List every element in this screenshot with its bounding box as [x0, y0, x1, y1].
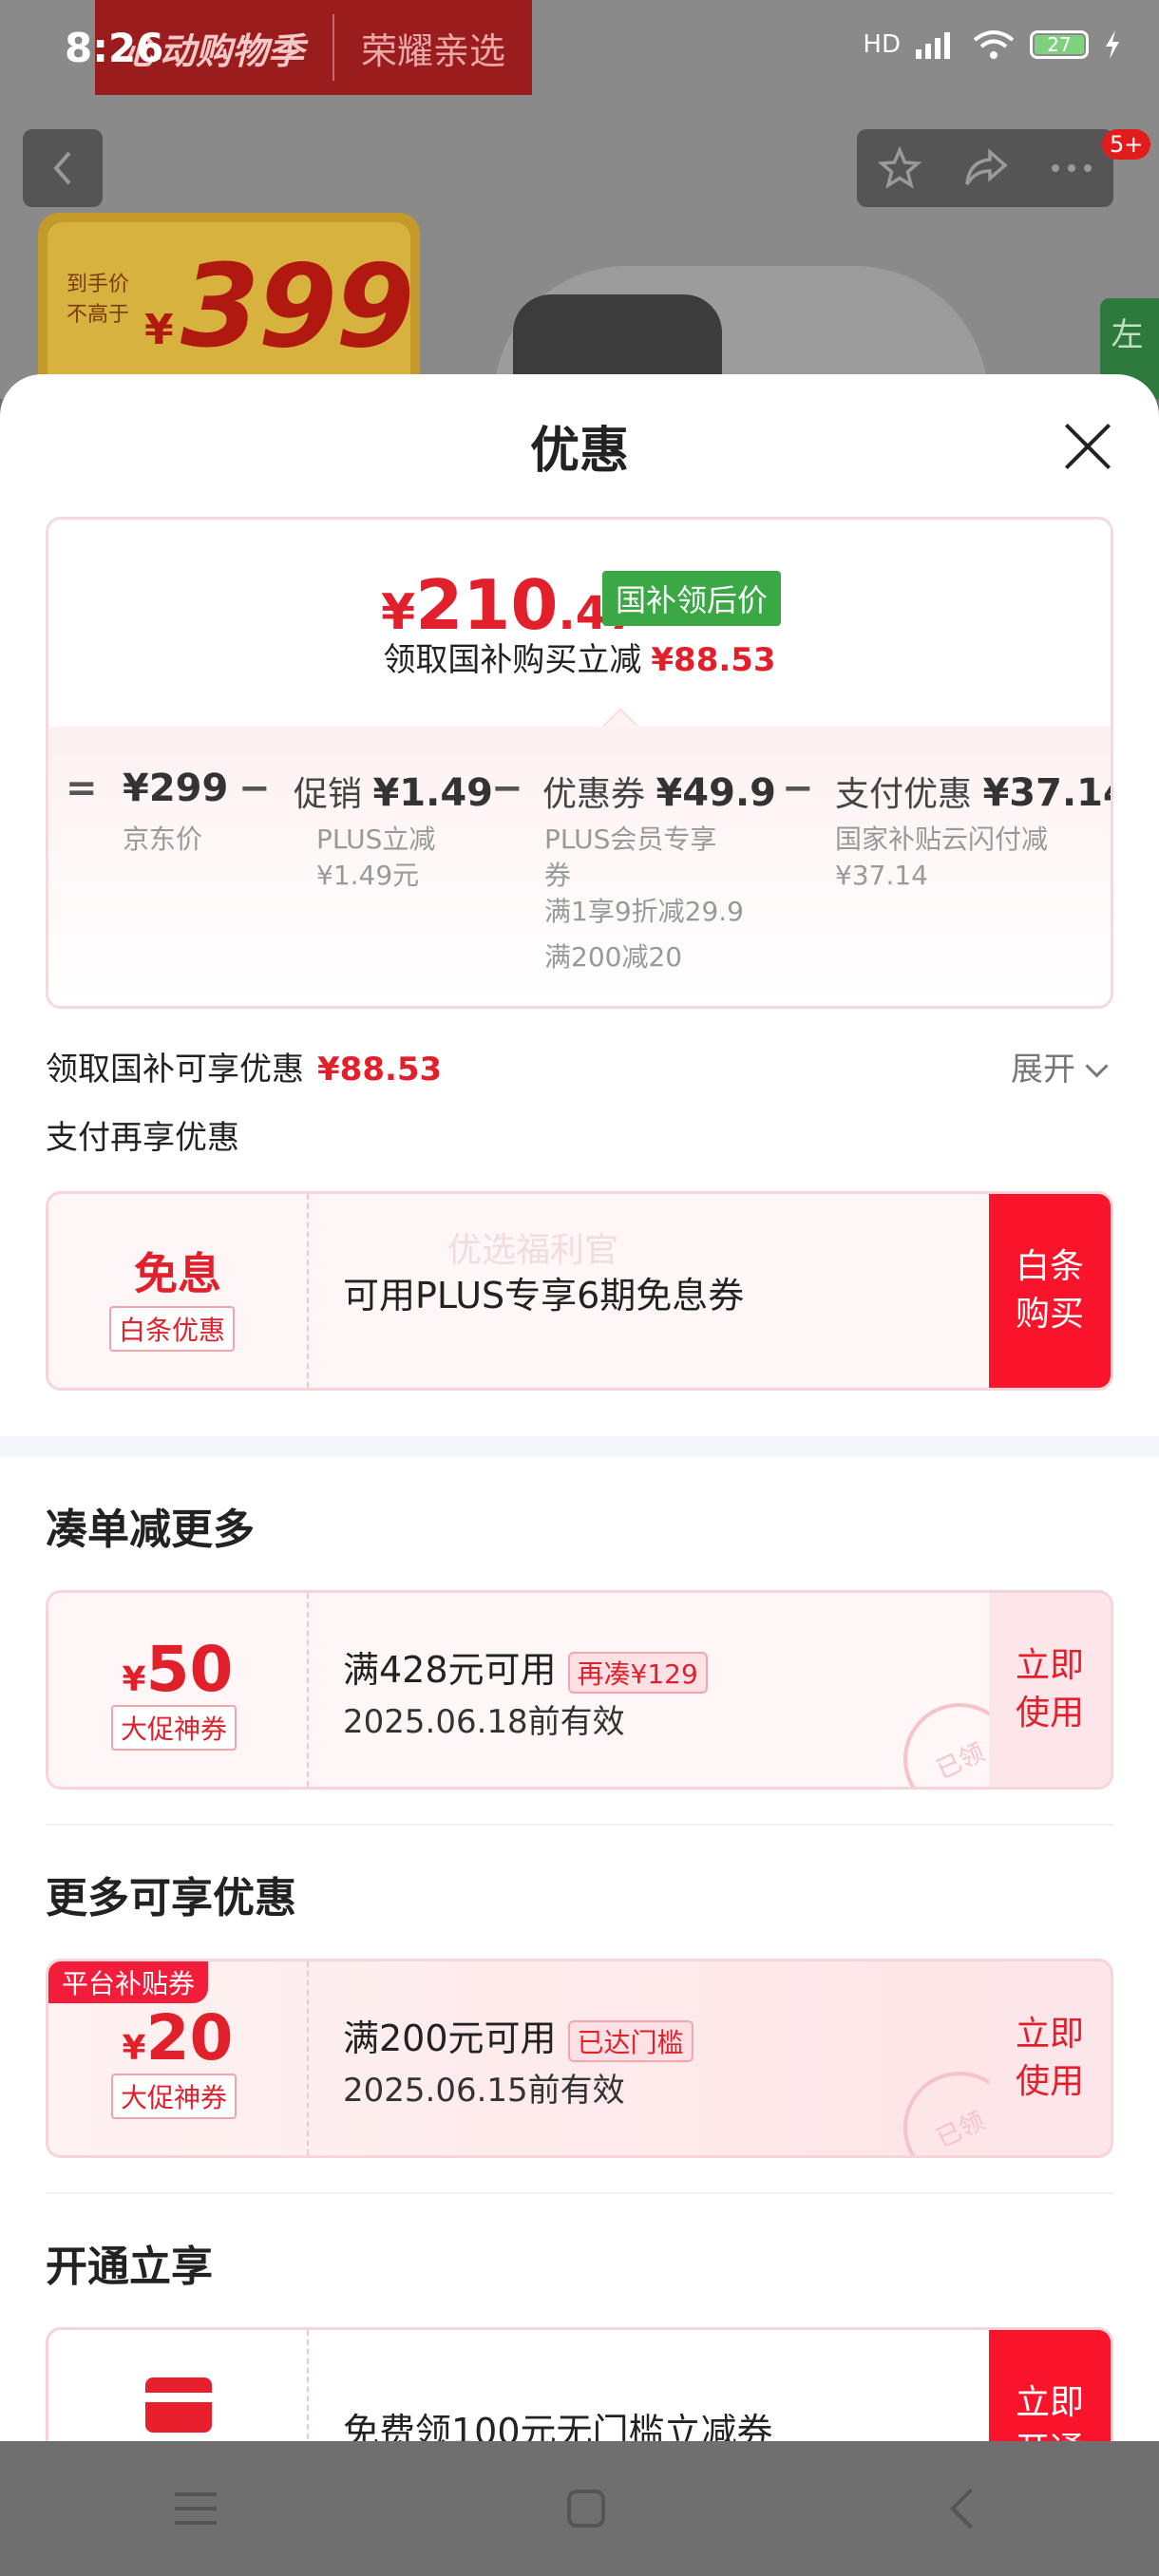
- save-amount: ¥88.53: [651, 641, 776, 679]
- sheet-title: 优惠: [529, 423, 629, 480]
- formula-item-coupon: 优惠券 ¥49.9: [542, 771, 776, 815]
- divider: [46, 2192, 1113, 2194]
- coupon-amount: ¥50: [122, 1633, 234, 1706]
- notification-badge: 5+: [1102, 129, 1151, 160]
- chevron-left-icon: [53, 151, 71, 185]
- coupon-card: ¥50 大促神券 满428元可用 再凑¥129 2025.06.18前有效 已领 …: [46, 1590, 1113, 1790]
- wifi-icon: [973, 30, 1015, 59]
- formula-item-jd-price: ¥299: [123, 767, 229, 810]
- system-nav-bar: [0, 2441, 1159, 2576]
- coupon-condition: 满200元可用 已达门槛: [343, 2009, 694, 2062]
- gov-subsidy-row: 领取国补可享优惠 ¥88.53: [46, 1051, 443, 1089]
- coupon-date: 2025.06.15前有效: [343, 2072, 625, 2110]
- formula-item-payment: 支付优惠 ¥37.14: [835, 771, 1111, 815]
- platform-subsidy-tag: 平台补贴券: [48, 1961, 209, 2003]
- coupon-pill: 已达门槛: [567, 2019, 694, 2062]
- price-tag-label-1: 到手价: [66, 273, 130, 296]
- more-icon[interactable]: [1051, 163, 1092, 173]
- formula-item-promo: 促销 ¥1.49: [294, 771, 493, 815]
- price-tag: 到手价 不高于 ¥ 399: [38, 213, 420, 399]
- price-tag-price: 399: [180, 241, 414, 373]
- price-formula: = ¥299 京东价 − 促销 ¥1.49 PLUS立减 ¥1.49元 − 优惠券…: [48, 727, 1111, 1006]
- status-time: 8:26: [65, 25, 164, 71]
- baitiao-buy-button[interactable]: 白条 购买: [989, 1194, 1111, 1388]
- installment-tag: 白条优惠: [109, 1306, 236, 1352]
- status-bar: 8:26 HD 27: [0, 0, 1159, 104]
- pay-section-title: 支付再享优惠: [46, 1119, 239, 1157]
- chevron-down-icon: [1085, 1054, 1109, 1078]
- status-icons: HD 27: [863, 28, 1121, 61]
- installment-text: 可用PLUS专享6期免息券: [343, 1275, 745, 1316]
- watermark-text: 优选福利官: [447, 1231, 619, 1270]
- use-now-button[interactable]: 立即 使用: [989, 1961, 1111, 2155]
- discount-sheet: 优惠 ¥ 210 .47 国补领后价 领取国补购买立减 ¥88.53 = ¥299…: [0, 374, 1159, 2441]
- home-icon[interactable]: [566, 2490, 605, 2528]
- share-icon[interactable]: [963, 146, 1009, 190]
- back-nav-icon[interactable]: [949, 2488, 990, 2529]
- price-tag-label-2: 不高于: [66, 303, 130, 327]
- network-label: HD: [863, 30, 901, 59]
- coupon-date: 2025.06.18前有效: [343, 1703, 625, 1741]
- price-summary-card: ¥ 210 .47 国补领后价 领取国补购买立减 ¥88.53 = ¥299 京东…: [46, 517, 1113, 1009]
- formula-equals: =: [66, 767, 98, 810]
- bundle-section-title: 凑单减更多: [46, 1506, 255, 1554]
- signal-icon: [916, 32, 950, 59]
- credit-card-icon: [145, 2377, 212, 2433]
- battery-icon: 27: [1030, 30, 1089, 59]
- section-gap: [0, 1436, 1159, 1457]
- coupon-card: ¥20 大促神券 平台补贴券 满200元可用 已达门槛 2025.06.15前有效…: [46, 1959, 1113, 2158]
- open-section-title: 开通立享: [46, 2243, 213, 2291]
- expand-button[interactable]: 展开: [1011, 1043, 1109, 1089]
- coupon-pill: 再凑¥129: [567, 1651, 708, 1694]
- coupon-condition: 满428元可用 再凑¥129: [343, 1640, 708, 1694]
- charging-icon: [1106, 30, 1119, 59]
- save-line: 领取国补购买立减 ¥88.53: [383, 641, 776, 679]
- divider: [46, 1824, 1113, 1826]
- more-section-title: 更多可享优惠: [46, 1874, 296, 1923]
- coupon-amount: ¥20: [122, 2001, 234, 2074]
- star-icon[interactable]: [878, 146, 922, 190]
- installment-big-label: 免息: [134, 1248, 221, 1299]
- open-card-text: 免费领100元无门槛立减券: [343, 2411, 773, 2441]
- use-now-button[interactable]: 立即 使用: [989, 1593, 1111, 1787]
- gov-subsidy-badge: 国补领后价: [602, 571, 782, 626]
- open-card: 免费领100元无门槛立减券 立即开通: [46, 2327, 1113, 2441]
- back-button[interactable]: [23, 129, 103, 207]
- coupon-tag: 大促神券: [111, 1705, 238, 1751]
- close-icon[interactable]: [1054, 412, 1121, 479]
- installment-coupon: 免息 白条优惠 优选福利官 可用PLUS专享6期免息券 白条 购买: [46, 1191, 1113, 1391]
- top-action-group: [857, 129, 1113, 207]
- menu-icon[interactable]: [175, 2492, 218, 2525]
- price-tag-yen: ¥: [144, 306, 174, 354]
- coupon-tag: 大促神券: [111, 2074, 238, 2119]
- open-now-button[interactable]: 立即开通: [989, 2330, 1111, 2441]
